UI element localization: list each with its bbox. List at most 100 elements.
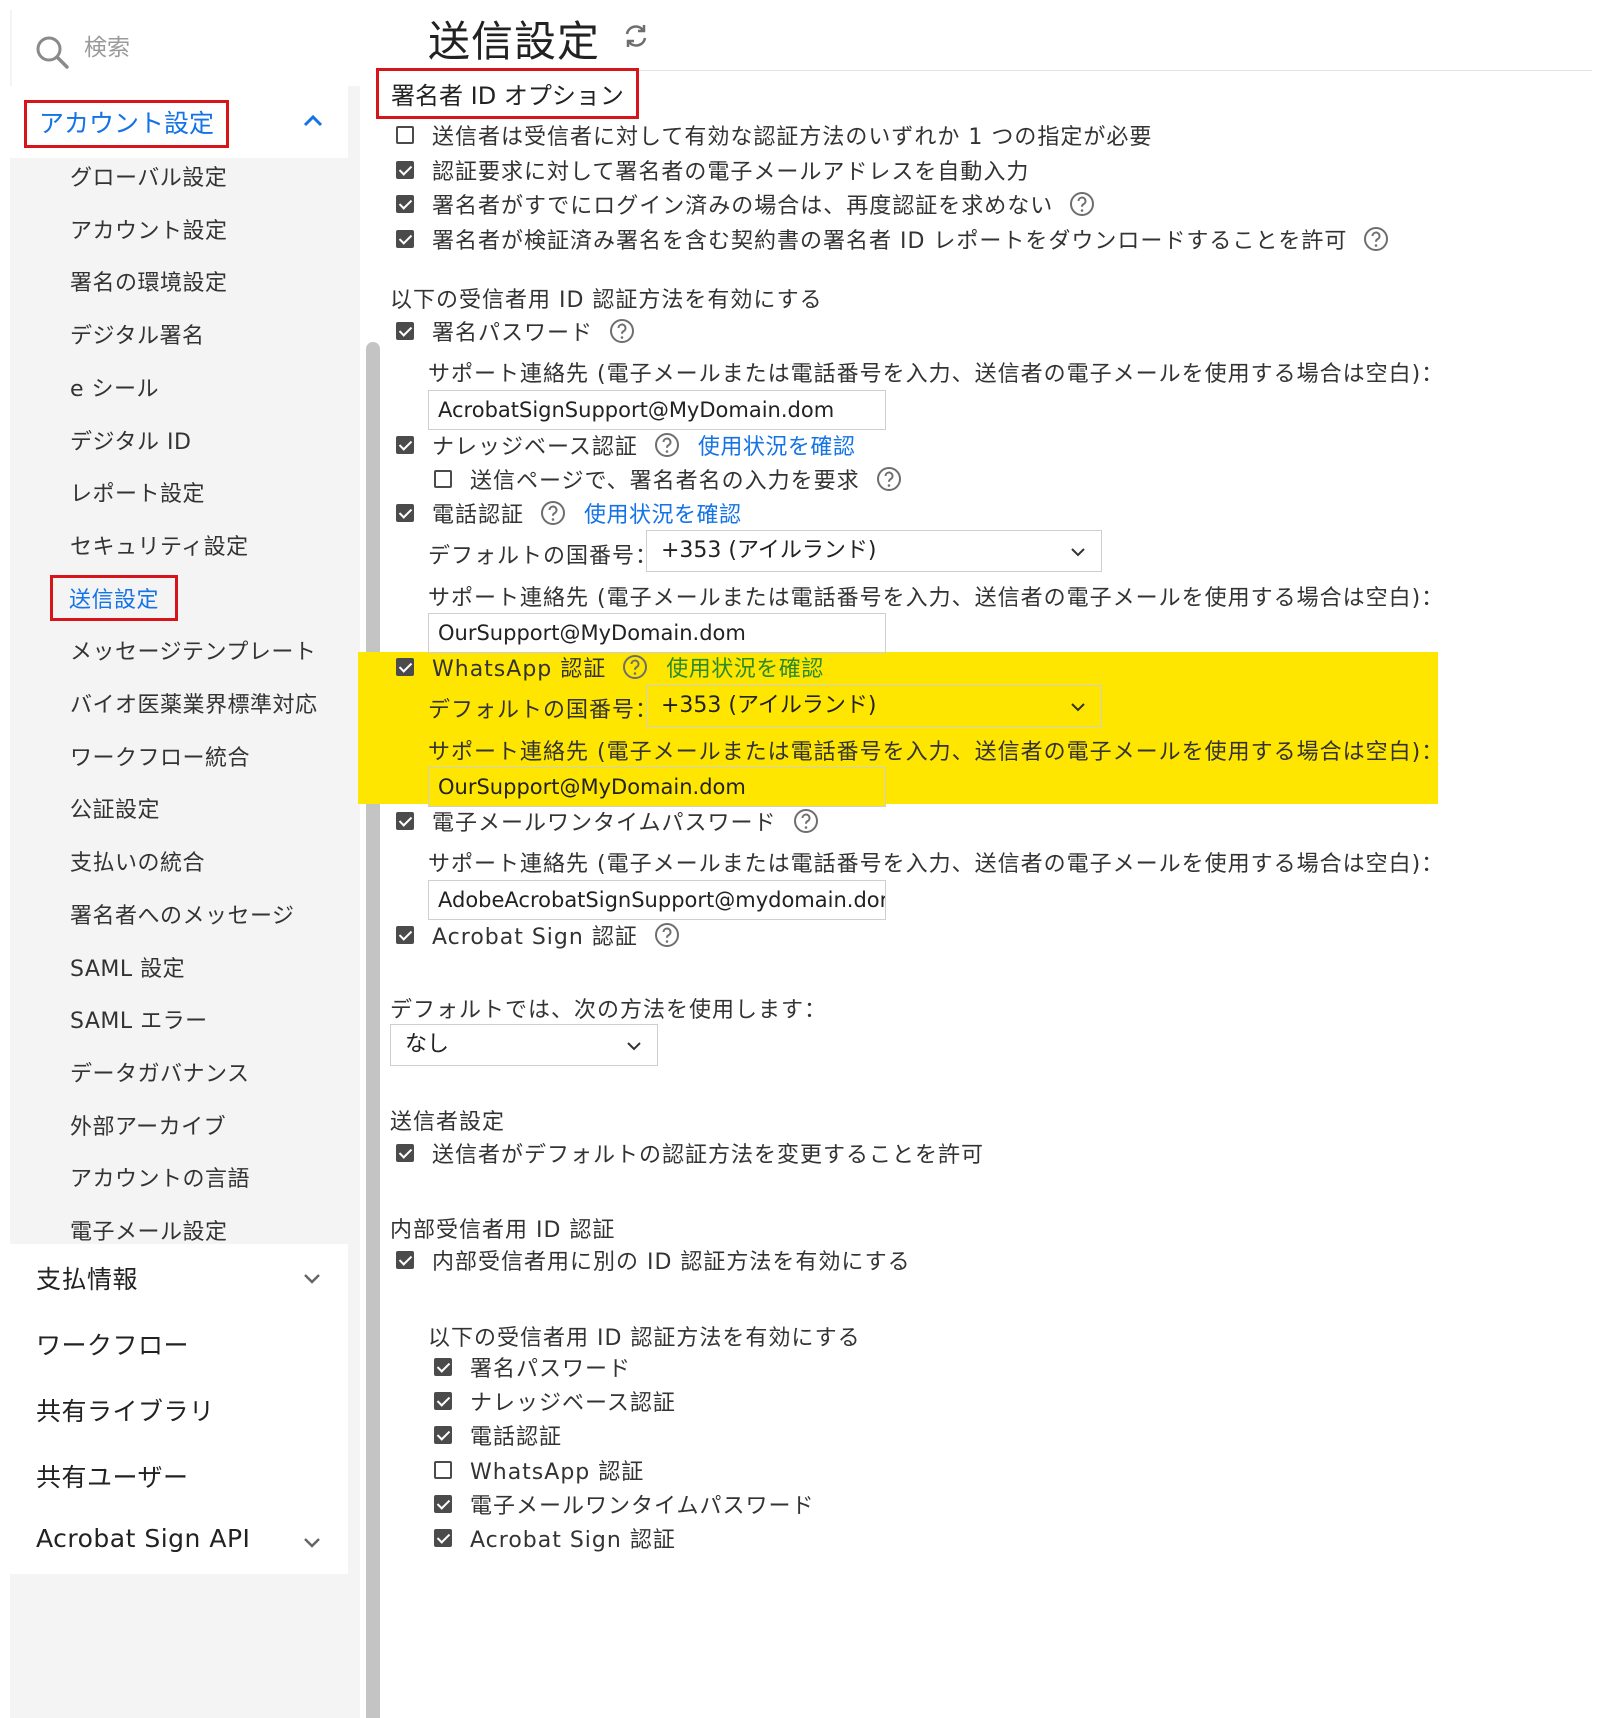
account-settings-label: アカウント設定: [24, 100, 230, 148]
main-content: 送信設定 署名者 ID オプション 送信者は受信者に対して有効な認証方法のいずれ…: [358, 0, 1612, 1718]
phone-auth-checkbox[interactable]: [396, 504, 414, 522]
refresh-icon[interactable]: [622, 22, 650, 50]
sidebar-subitem[interactable]: 署名の環境設定: [70, 265, 228, 297]
sidebar-subitem[interactable]: 送信設定: [50, 574, 179, 621]
sidebar-account-settings-header[interactable]: アカウント設定: [10, 86, 348, 158]
sidebar-subitem[interactable]: 電子メール設定: [70, 1214, 228, 1246]
chevron-up-icon[interactable]: [300, 108, 326, 134]
sidebar-section-label: 共有ライブラリ: [36, 1397, 215, 1426]
sidebar-section[interactable]: 共有ユーザー: [10, 1442, 348, 1508]
help-icon[interactable]: [654, 432, 680, 458]
sender-settings-heading: 送信者設定: [390, 1110, 506, 1135]
sidebar-subitem[interactable]: アカウントの言語: [70, 1161, 250, 1193]
kba-auth-row: ナレッジベース認証 使用状況を確認: [396, 430, 855, 460]
internal-enable-label: 内部受信者用に別の ID 認証方法を有効にする: [432, 1250, 911, 1275]
sidebar-subitem[interactable]: デジタル ID: [70, 424, 191, 456]
internal-method-checkbox[interactable]: [434, 1460, 452, 1479]
help-icon[interactable]: [540, 500, 566, 526]
sidebar-subitem[interactable]: グローバル設定: [70, 160, 227, 192]
signer-option-checkbox[interactable]: [396, 160, 414, 179]
help-icon[interactable]: [876, 466, 902, 492]
support-contact-label: サポート連絡先 (電子メールまたは電話番号を入力、送信者の電子メールを使用する場…: [428, 362, 1445, 387]
internal-method-row: WhatsApp 認証: [434, 1455, 644, 1485]
internal-method-label: Acrobat Sign 認証: [470, 1528, 676, 1553]
sidebar-section[interactable]: ワークフロー: [10, 1310, 348, 1376]
internal-enable-checkbox[interactable]: [396, 1251, 414, 1269]
signer-option-label: 署名者がすでにログイン済みの場合は、再度認証を求めない: [432, 194, 1054, 219]
whatsapp-auth-checkbox[interactable]: [396, 658, 414, 676]
internal-method-row: 署名パスワード: [434, 1352, 631, 1382]
country-code-label: デフォルトの国番号：: [428, 698, 659, 723]
email-otp-row: 電子メールワンタイムパスワード: [396, 806, 819, 836]
sidebar-subitem[interactable]: SAML エラー: [70, 1003, 208, 1035]
sender-change-row: 送信者がデフォルトの認証方法を変更することを許可: [396, 1138, 984, 1168]
whatsapp-usage-link[interactable]: 使用状況を確認: [666, 651, 824, 683]
internal-method-label: 署名パスワード: [470, 1357, 632, 1382]
phone-support-input[interactable]: OurSupport@MyDomain.dom: [428, 613, 886, 653]
sidebar-subitem[interactable]: 支払いの統合: [70, 845, 205, 877]
help-icon[interactable]: [793, 808, 819, 834]
sidebar-subitem[interactable]: e シール: [70, 371, 159, 403]
scrollbar-thumb[interactable]: [366, 342, 380, 1718]
signer-option-checkbox[interactable]: [396, 126, 414, 144]
signer-option-row: 署名者が検証済み署名を含む契約書の署名者 ID レポートをダウンロードすることを…: [396, 224, 1389, 254]
support-contact-label: サポート連絡先 (電子メールまたは電話番号を入力、送信者の電子メールを使用する場…: [428, 852, 1445, 877]
sidebar-subitem[interactable]: バイオ医薬業界標準対応: [70, 687, 318, 719]
sidebar-subitem[interactable]: 公証設定: [70, 792, 160, 824]
help-icon[interactable]: [609, 318, 635, 344]
country-code-label: デフォルトの国番号：: [428, 544, 659, 569]
help-icon[interactable]: [622, 654, 648, 680]
help-icon[interactable]: [654, 922, 680, 948]
default-method-value: なし: [405, 1032, 450, 1057]
internal-method-checkbox[interactable]: [434, 1392, 452, 1411]
phone-usage-link[interactable]: 使用状況を確認: [584, 497, 742, 529]
recipient-methods-heading: 以下の受信者用 ID 認証方法を有効にする: [390, 288, 823, 313]
internal-method-checkbox[interactable]: [434, 1494, 452, 1513]
acrobat-sign-auth-checkbox[interactable]: [396, 926, 414, 944]
internal-method-label: WhatsApp 認証: [470, 1459, 645, 1485]
sidebar-subitem[interactable]: アカウント設定: [70, 213, 228, 245]
acrobat-sign-auth-row: Acrobat Sign 認証: [396, 920, 680, 950]
sidebar-section[interactable]: 共有ライブラリ: [10, 1376, 348, 1442]
default-method-select[interactable]: なし: [390, 1024, 658, 1066]
sidebar-subitem[interactable]: レポート設定: [70, 476, 205, 508]
sidebar-section[interactable]: Acrobat Sign API: [10, 1508, 348, 1574]
sender-change-checkbox[interactable]: [396, 1144, 414, 1162]
sidebar-subitem[interactable]: SAML 設定: [70, 951, 185, 983]
help-icon[interactable]: [1363, 226, 1389, 252]
kba-usage-link[interactable]: 使用状況を確認: [698, 429, 856, 461]
phone-country-select[interactable]: +353 (アイルランド): [646, 530, 1102, 572]
password-auth-checkbox[interactable]: [396, 322, 414, 340]
sidebar-section[interactable]: 支払情報: [10, 1244, 348, 1310]
phone-auth-label: 電話認証: [432, 503, 525, 528]
sender-change-label: 送信者がデフォルトの認証方法を変更することを許可: [432, 1143, 985, 1168]
internal-method-checkbox[interactable]: [434, 1529, 452, 1547]
chevron-down-icon[interactable]: [300, 1530, 324, 1554]
sidebar-subitem[interactable]: 外部アーカイブ: [70, 1109, 226, 1141]
email-otp-support-input[interactable]: AdobeAcrobatSignSupport@mydomain.dor: [428, 880, 886, 920]
kba-auth-checkbox[interactable]: [396, 436, 414, 454]
internal-method-checkbox[interactable]: [434, 1426, 452, 1445]
help-icon[interactable]: [1069, 191, 1095, 217]
signer-option-checkbox[interactable]: [396, 195, 414, 213]
signer-id-options-heading: 署名者 ID オプション: [376, 68, 639, 119]
chevron-down-icon: [1071, 548, 1085, 557]
internal-method-row: ナレッジベース認証: [434, 1386, 676, 1416]
sidebar-subitem[interactable]: データガバナンス: [70, 1056, 250, 1088]
internal-method-checkbox[interactable]: [434, 1358, 452, 1376]
sidebar-subitem[interactable]: ワークフロー統合: [70, 740, 250, 772]
kba-signer-name-checkbox[interactable]: [434, 470, 452, 488]
sidebar-subitem[interactable]: メッセージテンプレート: [70, 634, 316, 666]
password-support-input[interactable]: AcrobatSignSupport@MyDomain.dom: [428, 390, 886, 430]
email-otp-checkbox[interactable]: [396, 812, 414, 830]
whatsapp-support-input[interactable]: OurSupport@MyDomain.dom: [428, 767, 886, 807]
kba-auth-label: ナレッジベース認証: [432, 435, 638, 460]
signer-option-checkbox[interactable]: [396, 229, 414, 248]
sidebar-subitem[interactable]: セキュリティ設定: [70, 529, 249, 561]
chevron-down-icon[interactable]: [300, 1266, 324, 1290]
sidebar-subitem[interactable]: デジタル署名: [70, 318, 205, 350]
search-input[interactable]: [84, 26, 354, 70]
support-contact-label: サポート連絡先 (電子メールまたは電話番号を入力、送信者の電子メールを使用する場…: [428, 740, 1445, 765]
whatsapp-country-select[interactable]: +353 (アイルランド): [646, 685, 1102, 727]
sidebar-subitem[interactable]: 署名者へのメッセージ: [70, 898, 295, 930]
